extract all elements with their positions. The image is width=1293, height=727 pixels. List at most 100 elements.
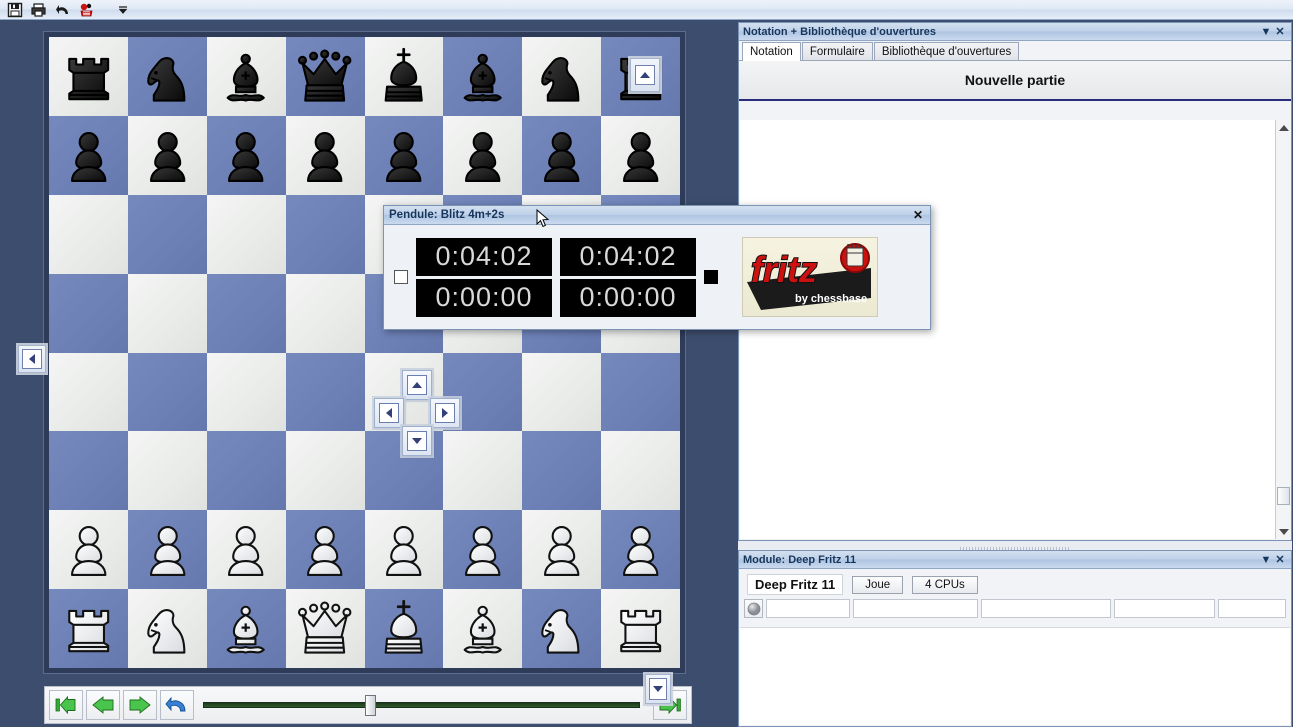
engine-panel-titlebar[interactable]: Module: Deep Fritz 11 ▼ ✕ (739, 551, 1291, 569)
panel-menu-icon[interactable]: ▼ (1259, 553, 1273, 567)
square-b1[interactable] (128, 589, 207, 668)
engine-cpus-button[interactable]: 4 CPUs (912, 576, 978, 594)
piece-black-pawn[interactable] (133, 119, 202, 192)
square-c6[interactable] (207, 195, 286, 274)
square-h2[interactable] (601, 510, 680, 589)
tab-bibliotheque-ouvertures[interactable]: Bibliothèque d'ouvertures (874, 42, 1019, 60)
move-slider-thumb[interactable] (365, 695, 376, 716)
piece-white-pawn[interactable] (133, 513, 202, 586)
square-g4[interactable] (522, 353, 601, 432)
square-d2[interactable] (286, 510, 365, 589)
engine-field-nodes[interactable] (1114, 599, 1215, 618)
piece-black-queen[interactable] (290, 40, 359, 113)
square-b7[interactable] (128, 116, 207, 195)
piece-white-pawn[interactable] (211, 513, 280, 586)
dpad-up-button[interactable] (402, 370, 432, 400)
piece-white-pawn[interactable] (606, 513, 675, 586)
piece-white-king[interactable] (369, 592, 438, 665)
piece-white-rook[interactable] (54, 592, 123, 665)
piece-white-bishop[interactable] (448, 592, 517, 665)
piece-black-king[interactable] (369, 40, 438, 113)
square-h4[interactable] (601, 353, 680, 432)
square-b6[interactable] (128, 195, 207, 274)
square-d7[interactable] (286, 116, 365, 195)
clock-close-icon[interactable]: ✕ (911, 208, 925, 222)
engine-status-icon[interactable] (744, 599, 763, 618)
piece-white-pawn[interactable] (369, 513, 438, 586)
square-a2[interactable] (49, 510, 128, 589)
piece-black-pawn[interactable] (54, 119, 123, 192)
square-d3[interactable] (286, 431, 365, 510)
engine-field-depth[interactable] (766, 599, 850, 618)
left-panel-handle[interactable] (18, 345, 46, 373)
scroll-up-icon[interactable] (1276, 120, 1291, 135)
square-a8[interactable] (49, 37, 128, 116)
square-e8[interactable] (365, 37, 444, 116)
square-d6[interactable] (286, 195, 365, 274)
flip-board-button[interactable] (160, 690, 194, 720)
engine-field-line[interactable] (981, 599, 1111, 618)
notation-scrollbar[interactable] (1275, 120, 1290, 539)
engine-field-score[interactable] (853, 599, 977, 618)
piece-black-bishop[interactable] (211, 40, 280, 113)
square-f3[interactable] (443, 431, 522, 510)
square-h7[interactable] (601, 116, 680, 195)
square-g7[interactable] (522, 116, 601, 195)
square-b3[interactable] (128, 431, 207, 510)
piece-black-pawn[interactable] (527, 119, 596, 192)
chess-board[interactable] (49, 37, 680, 668)
square-g3[interactable] (522, 431, 601, 510)
next-move-button[interactable] (123, 690, 157, 720)
tab-formulaire[interactable]: Formulaire (802, 42, 873, 60)
piece-black-knight[interactable] (527, 40, 596, 113)
square-e2[interactable] (365, 510, 444, 589)
piece-white-pawn[interactable] (290, 513, 359, 586)
piece-black-knight[interactable] (133, 40, 202, 113)
engine-output-area[interactable] (740, 627, 1290, 725)
square-b5[interactable] (128, 274, 207, 353)
square-c3[interactable] (207, 431, 286, 510)
dpad-right-button[interactable] (430, 398, 460, 428)
square-a4[interactable] (49, 353, 128, 432)
square-d5[interactable] (286, 274, 365, 353)
piece-black-pawn[interactable] (369, 119, 438, 192)
piece-white-pawn[interactable] (54, 513, 123, 586)
square-c5[interactable] (207, 274, 286, 353)
move-slider[interactable] (203, 690, 640, 720)
piece-black-pawn[interactable] (211, 119, 280, 192)
engine-play-button[interactable]: Joue (852, 576, 903, 594)
piece-black-pawn[interactable] (606, 119, 675, 192)
piece-white-knight[interactable] (527, 592, 596, 665)
square-c2[interactable] (207, 510, 286, 589)
square-a5[interactable] (49, 274, 128, 353)
tab-notation[interactable]: Notation (742, 42, 801, 61)
undo-icon[interactable] (52, 1, 74, 19)
square-g2[interactable] (522, 510, 601, 589)
scroll-down-icon[interactable] (1276, 524, 1291, 539)
square-a7[interactable] (49, 116, 128, 195)
panel-menu-icon[interactable]: ▼ (1259, 25, 1273, 39)
square-c7[interactable] (207, 116, 286, 195)
piece-white-pawn[interactable] (448, 513, 517, 586)
square-d1[interactable] (286, 589, 365, 668)
square-e7[interactable] (365, 116, 444, 195)
square-g1[interactable] (522, 589, 601, 668)
square-f1[interactable] (443, 589, 522, 668)
square-f2[interactable] (443, 510, 522, 589)
square-a6[interactable] (49, 195, 128, 274)
square-a1[interactable] (49, 589, 128, 668)
piece-white-knight[interactable] (133, 592, 202, 665)
square-h1[interactable] (601, 589, 680, 668)
square-a3[interactable] (49, 431, 128, 510)
square-b2[interactable] (128, 510, 207, 589)
square-b8[interactable] (128, 37, 207, 116)
square-c1[interactable] (207, 589, 286, 668)
toolbar-overflow-icon[interactable] (112, 1, 134, 19)
square-f8[interactable] (443, 37, 522, 116)
square-f7[interactable] (443, 116, 522, 195)
square-c8[interactable] (207, 37, 286, 116)
square-e1[interactable] (365, 589, 444, 668)
square-c4[interactable] (207, 353, 286, 432)
chess-piece-icon[interactable] (76, 1, 98, 19)
piece-white-pawn[interactable] (527, 513, 596, 586)
